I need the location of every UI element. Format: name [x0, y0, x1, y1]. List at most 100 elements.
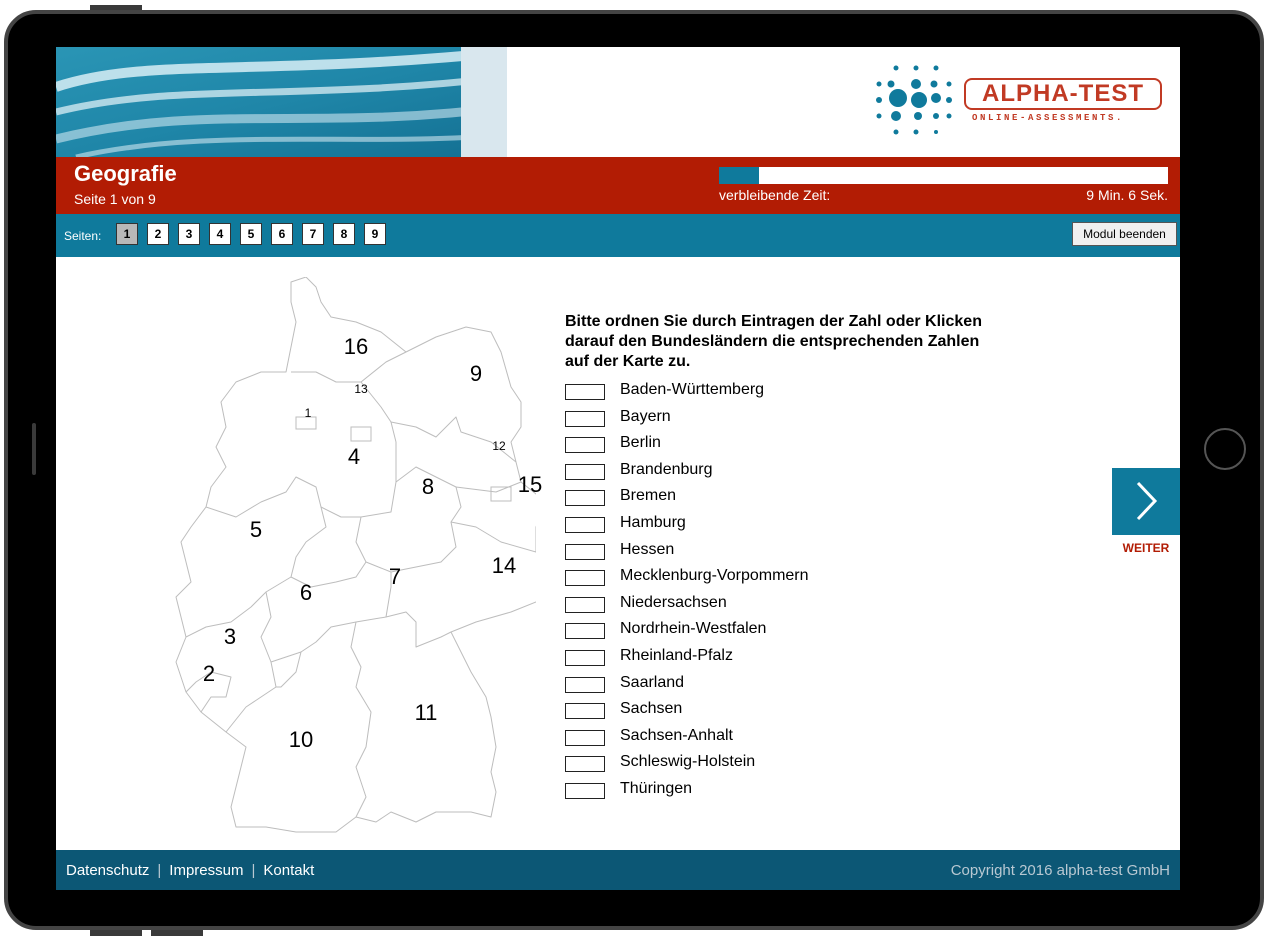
- alpha-test-logo: ALPHA-TEST ONLINE-ASSESSMENTS.: [871, 62, 1171, 142]
- state-answer-input[interactable]: [565, 463, 605, 480]
- state-row: Sachsen: [565, 700, 965, 722]
- state-row: Berlin: [565, 434, 965, 456]
- state-answer-input[interactable]: [565, 729, 605, 746]
- logo-name: ALPHA-TEST: [982, 80, 1144, 107]
- state-label: Mecklenburg-Vorpommern: [620, 567, 809, 585]
- state-label: Rheinland-Pfalz: [620, 647, 733, 664]
- footer-link-kontakt[interactable]: Kontakt: [263, 862, 314, 879]
- page-button-6[interactable]: 6: [271, 223, 293, 245]
- map-region-7[interactable]: 7: [375, 564, 415, 590]
- logo-tagline: ONLINE-ASSESSMENTS.: [972, 113, 1125, 123]
- page-button-4[interactable]: 4: [209, 223, 231, 245]
- footer-separator: |: [251, 862, 256, 879]
- app-screen: ALPHA-TEST ONLINE-ASSESSMENTS. Geografie…: [56, 47, 1180, 890]
- map-region-14[interactable]: 14: [484, 553, 524, 579]
- tablet-top-button: [90, 5, 142, 10]
- state-label: Hamburg: [620, 514, 686, 531]
- map-region-9[interactable]: 9: [456, 361, 496, 387]
- state-label: Niedersachsen: [620, 593, 727, 611]
- state-answer-input[interactable]: [565, 437, 605, 454]
- state-label: Brandenburg: [620, 460, 713, 478]
- pages-label: Seiten:: [64, 229, 102, 243]
- map-region-15[interactable]: 15: [510, 472, 550, 498]
- state-label: Berlin: [620, 434, 661, 452]
- state-label: Schleswig-Holstein: [620, 753, 756, 771]
- germany-map: 16 9 13 1 12 4 15 8 5 14 7 6 3 2 11 10: [116, 277, 542, 837]
- logo-wordmark-box: ALPHA-TEST: [964, 78, 1162, 110]
- page-indicator: Seite 1 von 9: [74, 191, 156, 207]
- banner-light-strip: [461, 47, 507, 157]
- state-answer-input[interactable]: [565, 596, 605, 613]
- map-region-4[interactable]: 4: [334, 444, 374, 470]
- state-row: Rheinland-Pfalz: [565, 647, 965, 669]
- tablet-side-button: [32, 423, 36, 475]
- time-progress-bar: [719, 167, 1168, 184]
- state-label: Hessen: [620, 540, 675, 558]
- page-navigation: Seiten: 123456789 Modul beenden: [56, 214, 1180, 257]
- state-answer-input[interactable]: [565, 410, 605, 427]
- header: ALPHA-TEST ONLINE-ASSESSMENTS.: [56, 47, 1180, 157]
- state-label: Bremen: [620, 487, 677, 505]
- time-remaining: 9 Min. 6 Sek.: [1086, 187, 1168, 203]
- state-answer-input[interactable]: [565, 703, 605, 720]
- map-region-10[interactable]: 10: [281, 727, 321, 753]
- state-row: Hamburg: [565, 514, 965, 536]
- page-button-3[interactable]: 3: [178, 223, 200, 245]
- state-row: Sachsen-Anhalt: [565, 727, 965, 749]
- state-answer-input[interactable]: [565, 676, 605, 693]
- state-answer-input[interactable]: [565, 543, 605, 560]
- page-button-9[interactable]: 9: [364, 223, 386, 245]
- map-region-12[interactable]: 12: [479, 439, 519, 453]
- page-button-1[interactable]: 1: [116, 223, 138, 245]
- next-button[interactable]: [1112, 468, 1180, 535]
- state-answer-input[interactable]: [565, 490, 605, 507]
- logo-dots-icon: [876, 65, 952, 135]
- page-button-7[interactable]: 7: [302, 223, 324, 245]
- state-answer-input[interactable]: [565, 756, 605, 773]
- page-button-5[interactable]: 5: [240, 223, 262, 245]
- next-button-label[interactable]: WEITER: [1112, 541, 1180, 555]
- state-answer-input[interactable]: [565, 517, 605, 533]
- map-region-6[interactable]: 6: [286, 580, 326, 606]
- time-label: verbleibende Zeit:: [719, 187, 831, 203]
- footer-link-datenschutz[interactable]: Datenschutz: [66, 862, 149, 879]
- map-region-8[interactable]: 8: [408, 474, 448, 500]
- footer-link-impressum[interactable]: Impressum: [169, 862, 243, 879]
- module-titlebar: Geografie Seite 1 von 9 verbleibende Zei…: [56, 157, 1180, 214]
- state-row: Schleswig-Holstein: [565, 753, 965, 775]
- state-label: Bayern: [620, 407, 671, 425]
- state-row: Bremen: [565, 487, 965, 509]
- map-region-2[interactable]: 2: [189, 661, 229, 687]
- question-instruction: Bitte ordnen Sie durch Eintragen der Zah…: [565, 313, 982, 370]
- footer-separator: |: [157, 862, 162, 879]
- state-row: Thüringen: [565, 780, 965, 802]
- chevron-right-icon: [1136, 481, 1158, 521]
- state-answer-input[interactable]: [565, 650, 605, 666]
- state-row: Mecklenburg-Vorpommern: [565, 567, 965, 589]
- header-banner-image: [56, 47, 507, 157]
- state-answer-input[interactable]: [565, 384, 605, 400]
- footer-links: Datenschutz | Impressum | Kontakt: [66, 862, 314, 879]
- map-region-5[interactable]: 5: [236, 517, 276, 543]
- state-label: Nordrhein-Westfalen: [620, 620, 767, 638]
- map-region-1[interactable]: 1: [288, 406, 328, 420]
- map-region-3[interactable]: 3: [210, 624, 250, 650]
- copyright: Copyright 2016 alpha-test GmbH: [950, 862, 1170, 879]
- map-region-11[interactable]: 11: [406, 700, 446, 726]
- state-answer-input[interactable]: [565, 570, 605, 587]
- state-label: Sachsen-Anhalt: [620, 726, 733, 744]
- tablet-home-button[interactable]: [1204, 428, 1246, 470]
- end-module-button[interactable]: Modul beenden: [1072, 222, 1177, 246]
- footer: Datenschutz | Impressum | Kontakt Copyright …: [56, 850, 1180, 890]
- page-button-8[interactable]: 8: [333, 223, 355, 245]
- state-row: Brandenburg: [565, 461, 965, 483]
- time-progress-fill: [719, 167, 760, 184]
- state-answer-input[interactable]: [565, 623, 605, 640]
- map-region-16[interactable]: 16: [336, 334, 376, 360]
- state-answer-input[interactable]: [565, 783, 605, 799]
- tablet-bottom-button-left: [90, 930, 142, 936]
- map-region-13[interactable]: 13: [341, 382, 381, 396]
- page-button-2[interactable]: 2: [147, 223, 169, 245]
- tablet-bottom-button-right: [151, 930, 203, 936]
- state-label: Saarland: [620, 673, 685, 691]
